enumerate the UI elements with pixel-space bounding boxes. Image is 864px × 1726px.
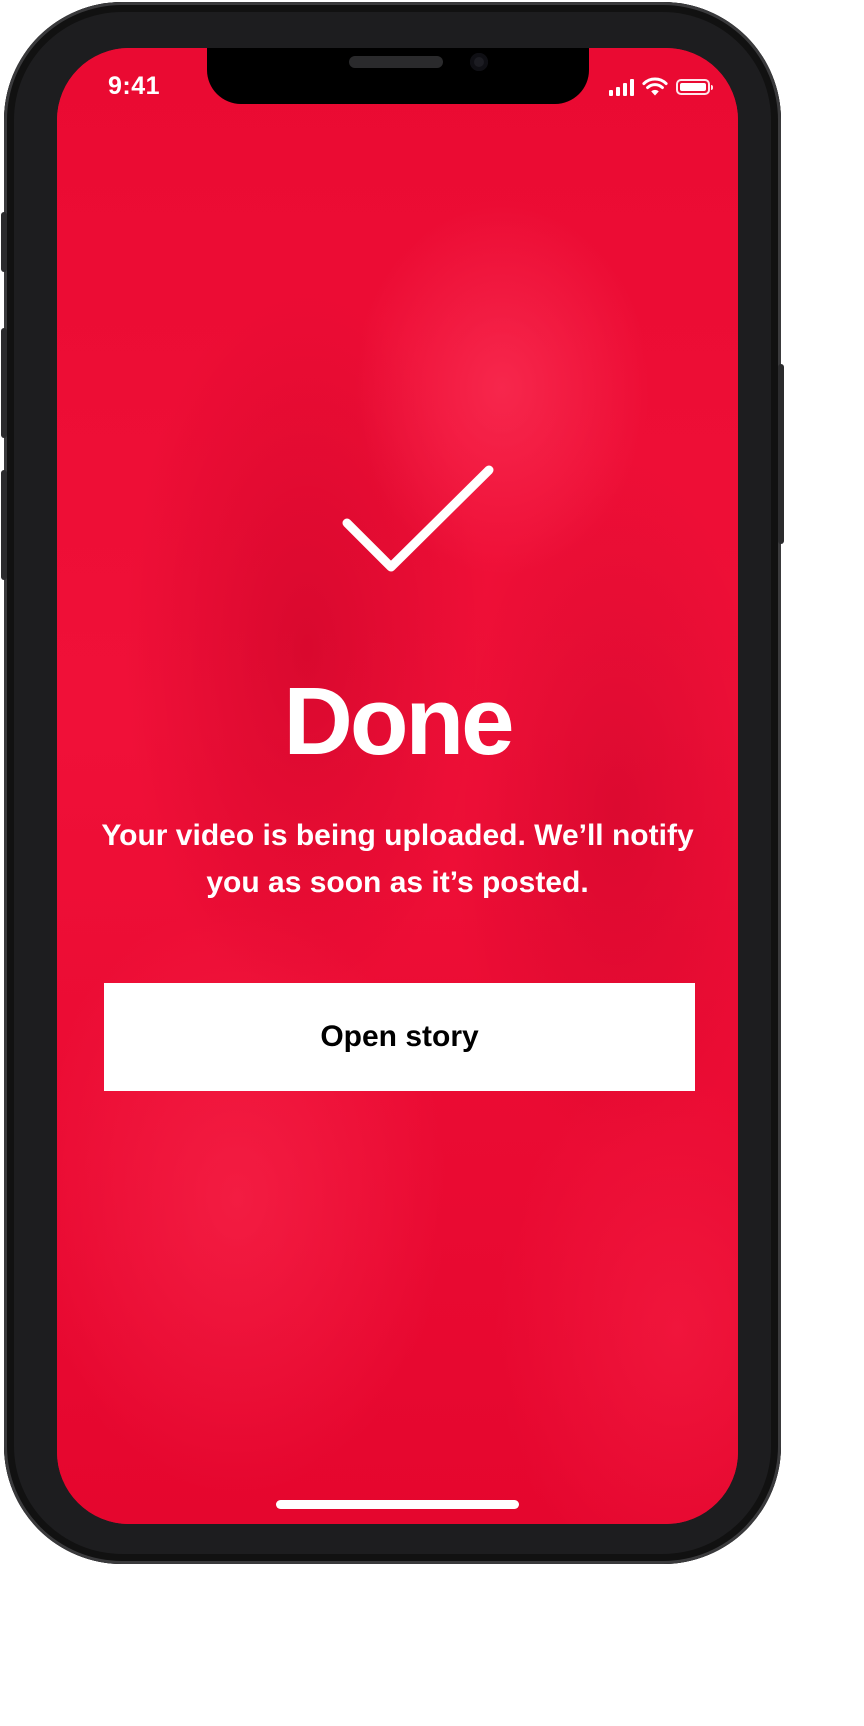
battery-level — [680, 82, 706, 91]
status-time: 9:41 — [108, 72, 161, 100]
battery-icon — [676, 78, 713, 95]
mute-switch — [1, 212, 7, 272]
notch — [207, 48, 589, 104]
volume-up-button — [1, 328, 7, 438]
phone-frame: 9:41 Done Your video is being uploaded. … — [1, 2, 784, 1564]
power-button — [778, 364, 784, 544]
checkmark-icon — [342, 465, 494, 572]
done-title: Done — [283, 668, 515, 775]
wifi-icon — [642, 77, 668, 96]
front-camera — [470, 53, 488, 71]
speaker-grille — [349, 56, 443, 68]
open-story-button[interactable]: Open story — [104, 983, 695, 1091]
volume-down-button — [1, 470, 7, 580]
cellular-signal-icon — [609, 78, 634, 96]
screen: 9:41 Done Your video is being uploaded. … — [57, 48, 738, 1524]
upload-status-message: Your video is being uploaded. We’ll noti… — [101, 819, 694, 899]
home-indicator[interactable] — [276, 1500, 519, 1509]
status-icons — [609, 77, 713, 96]
background-photo — [57, 48, 738, 1524]
